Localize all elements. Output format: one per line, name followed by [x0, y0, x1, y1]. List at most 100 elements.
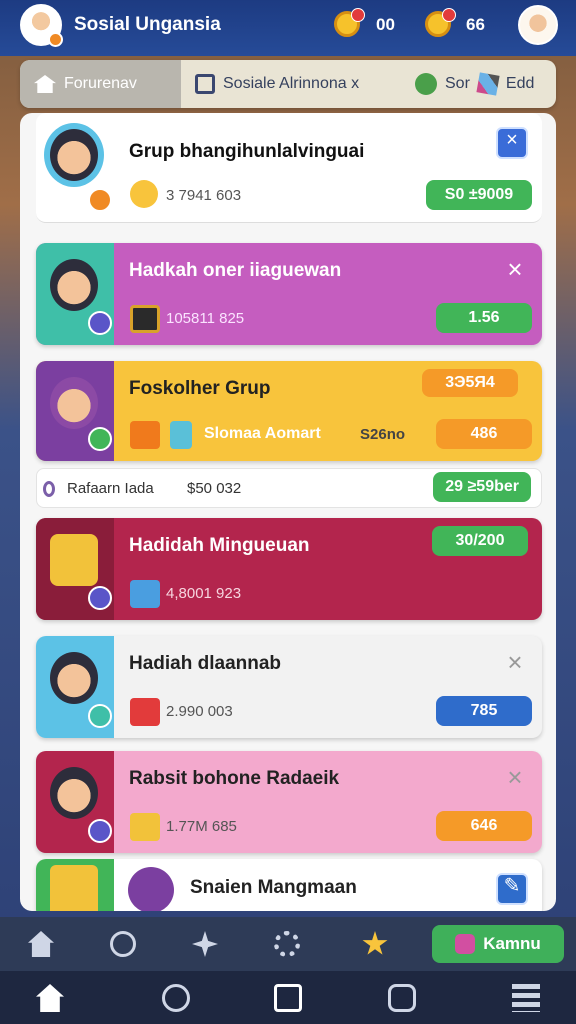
tab-label: Forurenav — [64, 75, 137, 92]
top-bar: Sosial Ungansia 00 66 — [0, 0, 576, 56]
reward-pill[interactable]: 30/200 — [432, 526, 528, 556]
gold-gift — [50, 534, 98, 586]
tab-bar: Forurenav Sosiale Alrinnona x Sor Edd — [20, 60, 556, 108]
card-title: Grup bhangihunlalvinguai — [129, 141, 365, 162]
group-panel: Grup bhangihunlalvinguai 3 7941 603 S0 ±… — [20, 113, 556, 911]
tab-sosiale[interactable]: Sosiale Alrinnona x — [181, 60, 401, 108]
user-avatar[interactable] — [20, 4, 63, 47]
gem-counter: 66 — [466, 15, 485, 34]
portrait — [36, 859, 114, 911]
tab-forurenav[interactable]: Forurenav — [20, 60, 181, 108]
row-label: Rafaarn Iada — [67, 480, 154, 497]
badge-icon — [88, 819, 112, 843]
reward-pill[interactable]: 1.56 — [436, 303, 532, 333]
portrait — [36, 636, 114, 738]
badge-icon — [88, 586, 112, 610]
close-icon[interactable]: × — [502, 764, 528, 791]
star-icon[interactable] — [362, 931, 388, 955]
home-icon[interactable] — [28, 931, 54, 957]
tag-pill: 3Э5Я4 — [422, 369, 518, 397]
search-icon[interactable] — [162, 984, 190, 1012]
tab-sor-edd[interactable]: Sor Edd — [401, 60, 556, 108]
card-subtitle: 1.77M 685 — [166, 818, 237, 835]
group-card[interactable]: Hadidah Mingueuan 4,8001 923 30/200 — [36, 518, 542, 620]
bottom-nav — [0, 971, 576, 1024]
home-icon[interactable] — [36, 984, 64, 1012]
coin-counter: 00 — [376, 15, 395, 34]
kamnu-button[interactable]: Kamnu — [432, 925, 564, 963]
close-icon[interactable]: × — [502, 649, 528, 676]
gift-icon — [130, 421, 160, 449]
reward-pill[interactable]: 646 — [436, 811, 532, 841]
card-title: Hadkah oner iiaguewan — [129, 260, 342, 281]
notification-dot — [442, 8, 456, 22]
group-card[interactable]: Grup bhangihunlalvinguai 3 7941 603 S0 ±… — [36, 113, 542, 223]
group-card[interactable]: Rabsit bohone Radaeik 1.77M 685 646 × — [36, 751, 542, 853]
group-card[interactable]: Hadkah oner iiaguewan 105811 825 1.56 × — [36, 243, 542, 345]
badge-icon — [88, 427, 112, 451]
edit-icon[interactable]: ✎ — [496, 873, 528, 905]
portrait — [36, 751, 114, 853]
face — [50, 767, 98, 819]
card-title: Hadiah dlaannab — [129, 653, 282, 674]
avatar — [128, 867, 174, 911]
card-title: Rabsit bohone Radaeik — [129, 768, 340, 789]
face — [50, 377, 98, 429]
card-title: Foskolher Grup — [129, 378, 271, 399]
group-card[interactable]: Hadiah dlaannab 2.990 003 785 × — [36, 636, 542, 738]
reward-pill[interactable]: 785 — [436, 696, 532, 726]
list-item[interactable]: Rafaarn Iada $50 032 29 ≥59ber — [36, 468, 542, 508]
reward-pill[interactable]: 486 — [436, 419, 532, 449]
card-subtitle: 4,8001 923 — [166, 585, 242, 602]
group-card[interactable]: Snaien Mangmaan ✎ — [36, 859, 542, 911]
portrait — [36, 361, 114, 461]
pencil-icon — [476, 72, 500, 96]
reward-pill[interactable]: 29 ≥59ber — [433, 472, 531, 502]
profile-avatar[interactable] — [518, 5, 558, 45]
kamnu-label: Kamnu — [483, 934, 541, 953]
gift-icon — [130, 580, 160, 608]
clock-icon[interactable] — [110, 931, 136, 957]
card-subtitle: 105811 825 — [166, 310, 245, 327]
chat-icon[interactable] — [388, 984, 416, 1012]
card-subtitle: 2.990 003 — [166, 703, 233, 720]
menu-icon[interactable] — [512, 984, 540, 1012]
tab-label: Sor — [445, 75, 470, 92]
gem-icon — [455, 934, 476, 954]
coin-icon — [43, 481, 55, 497]
gift-icon — [130, 698, 160, 726]
badge-icon — [88, 704, 112, 728]
face — [50, 129, 98, 181]
chat-icon — [415, 73, 437, 95]
portrait — [36, 518, 114, 620]
card-title: Hadidah Mingueuan — [129, 535, 310, 556]
group-card[interactable]: Foskolher Grup 3Э5Я4 Slomaa Aomart S26no… — [36, 361, 542, 461]
reward-pill[interactable]: S0 ±9009 — [426, 180, 532, 210]
document-icon — [195, 74, 215, 94]
card-subtitle-2: S26no — [360, 426, 406, 443]
puzzle-icon[interactable] — [192, 931, 218, 957]
notification-dot — [351, 8, 365, 22]
close-icon[interactable]: × — [496, 127, 528, 159]
row-value: $50 032 — [187, 480, 242, 497]
gem-icon[interactable] — [425, 8, 456, 37]
app-title: Sosial Ungansia — [74, 14, 221, 35]
card-subtitle: 3 7941 603 — [166, 187, 242, 204]
face — [50, 652, 98, 704]
portrait — [36, 113, 114, 222]
gift-icon — [130, 813, 160, 841]
close-icon[interactable]: × — [502, 256, 528, 283]
action-bar: Kamnu — [0, 917, 576, 971]
home-icon — [34, 75, 56, 93]
gold-gift — [50, 865, 98, 911]
clock-icon[interactable] — [274, 984, 302, 1012]
tab-label: Edd — [505, 75, 535, 92]
coin-icon[interactable] — [334, 8, 365, 37]
face — [50, 259, 98, 311]
card-subtitle: Slomaa Aomart — [204, 425, 321, 442]
badge-icon — [88, 311, 112, 335]
portrait — [36, 243, 114, 345]
avatar-badge — [48, 32, 63, 47]
gear-icon[interactable] — [274, 931, 300, 957]
card-title: Snaien Mangmaan — [190, 877, 357, 898]
